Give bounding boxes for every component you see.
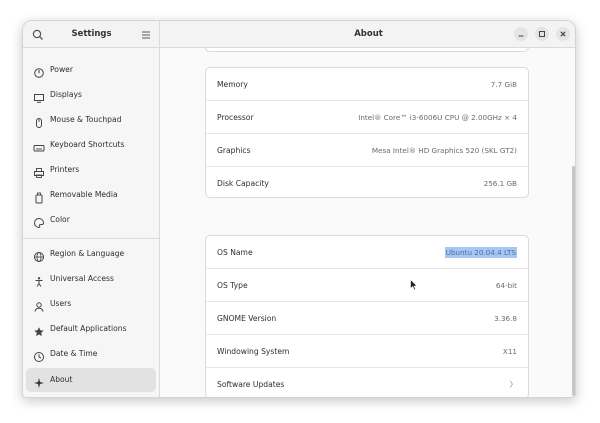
mouse-cursor-icon: [410, 279, 418, 291]
sidebar-header: Settings: [23, 21, 160, 48]
memory-label: Memory: [217, 80, 248, 89]
graphics-row: Graphics Mesa Intel® HD Graphics 520 (SK…: [206, 133, 528, 166]
maximize-button[interactable]: [535, 27, 549, 41]
users-icon: [33, 298, 45, 312]
os-name-value[interactable]: Ubuntu 20.04.4 LTS: [444, 236, 517, 269]
sidebar-item-region-language[interactable]: Region & Language: [26, 242, 156, 266]
scrollbar[interactable]: [572, 166, 575, 396]
sidebar-item-about[interactable]: About: [26, 368, 156, 392]
gnome-version-row: GNOME Version 3.36.8: [206, 301, 528, 334]
os-type-value: 64-bit: [495, 281, 517, 290]
os-type-label: OS Type: [217, 281, 248, 290]
processor-row: Processor Intel® Core™ i3-6006U CPU @ 2.…: [206, 100, 528, 133]
sidebar-item-keyboard[interactable]: Keyboard Shortcuts: [26, 133, 156, 157]
clock-icon: [33, 348, 45, 362]
windowing-system-label: Windowing System: [217, 347, 290, 356]
hardware-card: Memory 7.7 GiB Processor Intel® Core™ i3…: [205, 67, 529, 198]
sidebar-item-date-time[interactable]: Date & Time: [26, 342, 156, 366]
close-icon: [560, 31, 566, 37]
sidebar-item-removable-media[interactable]: Removable Media: [26, 183, 156, 207]
processor-value: Intel® Core™ i3-6006U CPU @ 2.00GHz × 4: [358, 113, 517, 122]
sidebar-item-label: Power: [50, 65, 73, 74]
sidebar-item-label: Default Applications: [50, 324, 127, 333]
sidebar: Power Displays Mouse & Touchpad Keyboard…: [23, 48, 160, 397]
sidebar-item-label: About: [50, 375, 73, 384]
sidebar-item-label: Displays: [50, 90, 82, 99]
sidebar-item-displays[interactable]: Displays: [26, 83, 156, 107]
disk-capacity-row: Disk Capacity 256.1 GB: [206, 166, 528, 199]
sidebar-item-default-applications[interactable]: Default Applications: [26, 317, 156, 341]
star-icon: [33, 323, 45, 337]
gnome-version-label: GNOME Version: [217, 314, 277, 323]
sidebar-item-label: Region & Language: [50, 249, 125, 258]
sidebar-item-label: Printers: [50, 165, 80, 174]
sidebar-item-label: Keyboard Shortcuts: [50, 140, 125, 149]
sidebar-item-users[interactable]: Users: [26, 292, 156, 316]
keyboard-icon: [33, 139, 45, 152]
sidebar-item-label: Users: [50, 299, 72, 308]
sidebar-item-printers[interactable]: Printers: [26, 158, 156, 182]
sidebar-divider: [23, 238, 160, 239]
mouse-icon: [33, 114, 45, 128]
search-icon[interactable]: [31, 27, 45, 41]
os-name-row: OS Name Ubuntu 20.04.4 LTS: [206, 236, 528, 269]
memory-value: 7.7 GiB: [490, 80, 517, 89]
software-updates-label: Software Updates: [217, 380, 285, 389]
close-button[interactable]: [556, 27, 570, 41]
power-icon: [33, 64, 45, 78]
about-content: Memory 7.7 GiB Processor Intel® Core™ i3…: [160, 48, 575, 397]
sidebar-item-label: Removable Media: [50, 190, 118, 199]
globe-icon: [33, 248, 45, 262]
minimize-icon: [518, 35, 524, 37]
software-card: OS Name Ubuntu 20.04.4 LTS OS Type 64-bi…: [205, 235, 529, 397]
minimize-button[interactable]: [514, 27, 528, 41]
graphics-value: Mesa Intel® HD Graphics 520 (SKL GT2): [371, 146, 517, 155]
gnome-version-value: 3.36.8: [494, 314, 517, 323]
printer-icon: [33, 164, 45, 178]
sidebar-item-label: Color: [50, 215, 70, 224]
hamburger-menu-icon[interactable]: [139, 27, 153, 41]
device-card: [205, 48, 529, 52]
sidebar-item-label: Universal Access: [50, 274, 114, 283]
os-type-row: OS Type 64-bit: [206, 268, 528, 301]
settings-window: Settings About Power Displays Mouse & To…: [22, 20, 576, 398]
maximize-icon: [539, 31, 545, 37]
color-icon: [33, 214, 45, 229]
disk-capacity-label: Disk Capacity: [217, 179, 269, 188]
sidebar-item-power[interactable]: Power: [26, 58, 156, 82]
sidebar-item-label: Date & Time: [50, 349, 98, 358]
windowing-system-row: Windowing System X11: [206, 334, 528, 367]
about-icon: [33, 374, 45, 388]
os-name-selected-text[interactable]: Ubuntu 20.04.4 LTS: [444, 247, 517, 258]
sidebar-item-color[interactable]: Color: [26, 208, 156, 232]
sidebar-item-mouse[interactable]: Mouse & Touchpad: [26, 108, 156, 132]
disk-capacity-value: 256.1 GB: [483, 179, 517, 188]
graphics-label: Graphics: [217, 146, 251, 155]
sidebar-item-universal-access[interactable]: Universal Access: [26, 267, 156, 291]
removable-media-icon: [33, 189, 45, 204]
sidebar-item-label: Mouse & Touchpad: [50, 115, 122, 124]
os-name-label: OS Name: [217, 248, 253, 257]
memory-row: Memory 7.7 GiB: [206, 68, 528, 101]
chevron-right-icon: 〉: [509, 380, 517, 389]
header-bar: Settings About: [23, 21, 575, 48]
software-updates-row[interactable]: Software Updates 〉: [206, 367, 528, 397]
windowing-system-value: X11: [502, 347, 517, 356]
display-icon: [33, 89, 45, 103]
processor-label: Processor: [217, 113, 254, 122]
accessibility-icon: [33, 273, 45, 287]
